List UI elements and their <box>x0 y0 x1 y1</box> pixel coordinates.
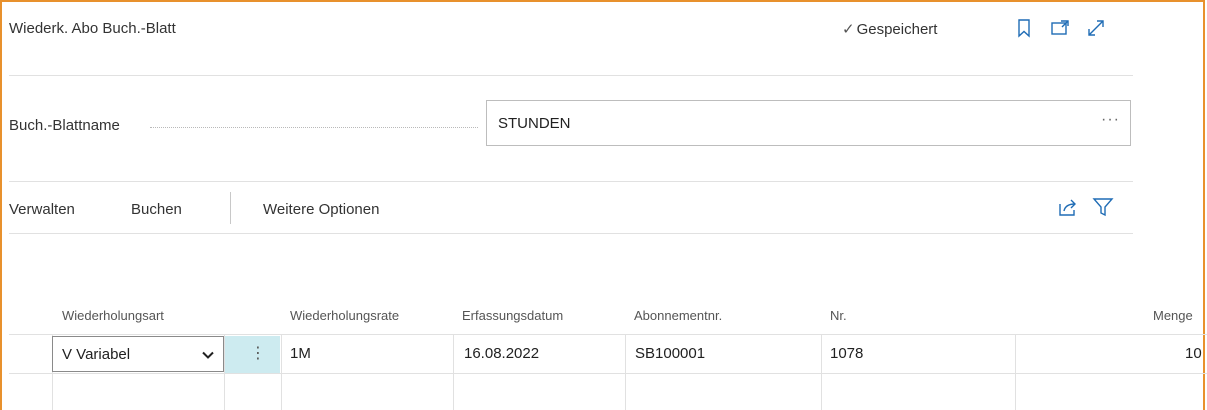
col-header-posting-date[interactable]: Erfassungsdatum <box>462 308 563 323</box>
filter-icon[interactable] <box>1092 196 1114 218</box>
journal-name-field[interactable]: STUNDEN ··· <box>486 100 1131 146</box>
chevron-down-icon <box>202 351 214 359</box>
col-header-no[interactable]: Nr. <box>830 308 847 323</box>
cell-recurring-frequency[interactable]: 1M <box>290 345 311 362</box>
col-header-quantity[interactable]: Menge <box>1153 308 1193 323</box>
grid-line <box>281 334 282 410</box>
more-vertical-icon: ⋮ <box>250 345 266 362</box>
field-leader-dots <box>150 127 478 128</box>
grid-line <box>1015 334 1016 410</box>
journal-name-value: STUNDEN <box>498 115 571 132</box>
table-row-line <box>9 373 1207 374</box>
header-divider <box>9 75 1133 76</box>
action-divider <box>9 233 1133 234</box>
action-separator <box>230 192 231 224</box>
check-icon: ✓ <box>842 21 855 38</box>
expand-icon[interactable] <box>1086 18 1106 38</box>
recurring-method-select[interactable]: V Variabel <box>52 336 224 372</box>
row-menu-button[interactable]: ⋮ <box>225 336 280 373</box>
col-header-recurring-method[interactable]: Wiederholungsart <box>62 308 164 323</box>
open-in-new-window-icon[interactable] <box>1050 18 1070 38</box>
cell-subscription-no[interactable]: SB100001 <box>635 345 705 362</box>
cell-quantity[interactable]: 10 <box>1185 345 1202 362</box>
recurring-method-value: V Variabel <box>62 346 131 363</box>
grid-line <box>821 334 822 410</box>
cell-no[interactable]: 1078 <box>830 345 863 362</box>
share-icon[interactable] <box>1057 196 1079 218</box>
action-manage[interactable]: Verwalten <box>9 201 75 218</box>
table-header-line <box>9 334 1207 335</box>
cell-posting-date[interactable]: 16.08.2022 <box>464 345 539 362</box>
journal-name-label: Buch.-Blattname <box>9 117 120 134</box>
saved-label: Gespeichert <box>856 21 938 38</box>
grid-line <box>625 334 626 410</box>
action-more-options[interactable]: Weitere Optionen <box>263 201 379 218</box>
action-post[interactable]: Buchen <box>131 201 182 218</box>
col-header-subscription-no[interactable]: Abonnementnr. <box>634 308 722 323</box>
bookmark-icon[interactable] <box>1014 18 1034 38</box>
lookup-more-button[interactable]: ··· <box>1101 111 1120 129</box>
saved-status: ✓ Gespeichert <box>842 20 937 38</box>
field-divider <box>9 181 1133 182</box>
col-header-recurring-frequency[interactable]: Wiederholungsrate <box>290 308 399 323</box>
grid-line <box>453 334 454 410</box>
page-title: Wiederk. Abo Buch.-Blatt <box>9 20 176 37</box>
